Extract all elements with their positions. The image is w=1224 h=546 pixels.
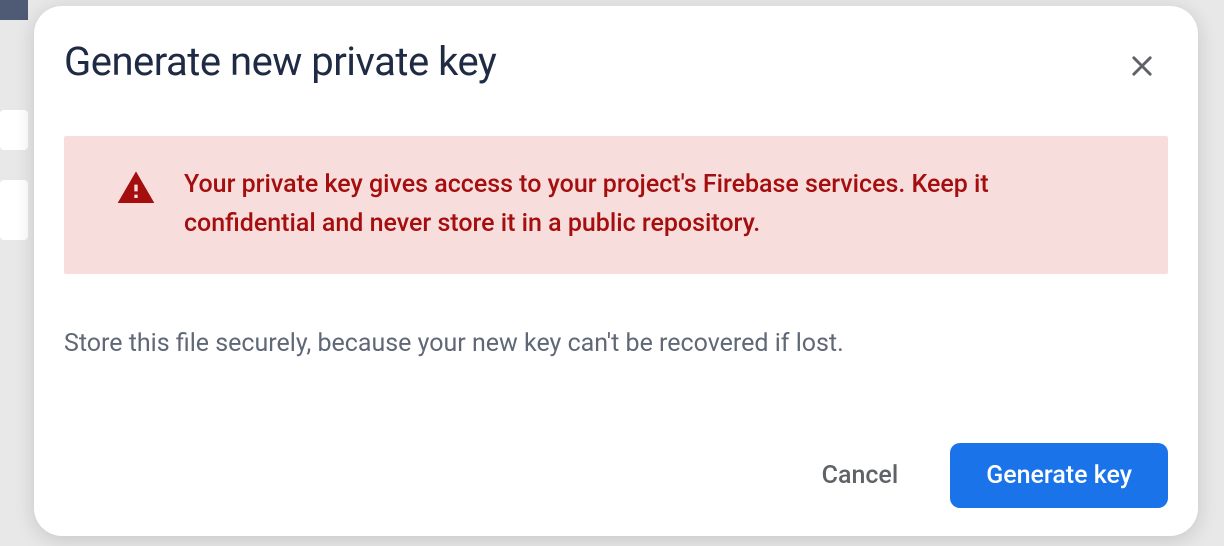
- generate-key-dialog: Generate new private key Your private ke…: [34, 6, 1198, 536]
- warning-banner: Your private key gives access to your pr…: [64, 136, 1168, 274]
- generate-key-button[interactable]: Generate key: [950, 443, 1168, 508]
- dialog-actions: Cancel Generate key: [64, 443, 1168, 508]
- cancel-button[interactable]: Cancel: [806, 451, 915, 500]
- warning-icon: [116, 168, 156, 208]
- background-fragment: [0, 110, 28, 150]
- info-text: Store this file securely, because your n…: [64, 326, 1168, 361]
- background-fragment: [0, 180, 28, 240]
- warning-text: Your private key gives access to your pr…: [184, 166, 1124, 244]
- dialog-header: Generate new private key: [64, 38, 1168, 88]
- dialog-title: Generate new private key: [64, 38, 496, 86]
- close-button[interactable]: [1120, 44, 1164, 88]
- background-fragment: [0, 0, 28, 20]
- close-icon: [1128, 52, 1156, 80]
